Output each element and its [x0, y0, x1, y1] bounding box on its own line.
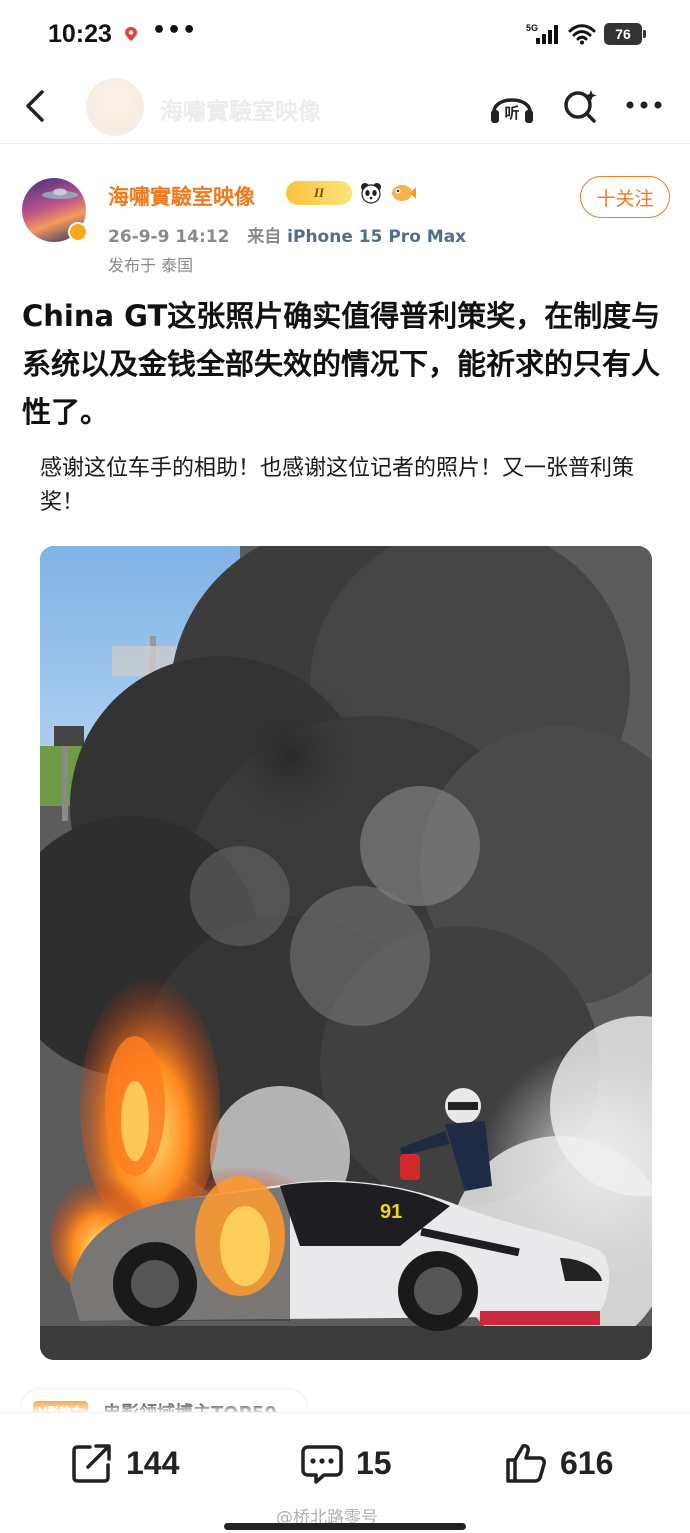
- ufo-icon: [42, 188, 78, 199]
- thumbs-up-icon: [506, 1444, 546, 1483]
- nav-avatar[interactable]: [86, 78, 144, 136]
- search-icon[interactable]: [560, 84, 600, 128]
- battery-indicator: 76: [604, 23, 646, 45]
- svg-text:听: 听: [504, 104, 519, 122]
- post-meta: 26-9-9 14:12 来自 iPhone 15 Pro Max: [108, 222, 466, 247]
- network-label: 5G: [526, 23, 538, 33]
- wifi-icon: [568, 24, 596, 45]
- signal-5g-icon: 5G: [526, 23, 558, 44]
- verified-badge-icon: [68, 222, 88, 242]
- author-header: 海嘯實驗室映像 II 26-9-9 14:12 来自 iPhone 15 Pro…: [0, 156, 690, 282]
- fish-icon[interactable]: [390, 180, 416, 206]
- repost-button[interactable]: 144: [70, 1441, 179, 1485]
- comment-button[interactable]: 15: [300, 1441, 392, 1485]
- nav-title: 海嘯實驗室映像: [160, 99, 321, 125]
- comment-icon: [301, 1445, 343, 1484]
- level-badge-label: II: [313, 185, 325, 200]
- crown-level-badge[interactable]: II: [286, 181, 352, 205]
- post-location: 发布于 泰国: [108, 256, 194, 275]
- top-nav-bar: 海嘯實驗室映像 听: [0, 70, 690, 144]
- comment-count: 15: [356, 1444, 392, 1481]
- more-icon[interactable]: [624, 90, 664, 120]
- repost-icon: [72, 1444, 111, 1483]
- car-number: 91: [380, 1201, 402, 1223]
- repost-count: 144: [126, 1444, 180, 1481]
- follow-button[interactable]: 十关注: [580, 176, 670, 218]
- post-body: 感谢这位车手的相助！也感谢这位记者的照片！又一张普利策奖！: [40, 456, 635, 515]
- listen-icon[interactable]: 听: [488, 84, 536, 128]
- post-title: China GT这张照片确实值得普利策奖，在制度与系统以及金钱全部失效的情况下，…: [22, 299, 661, 429]
- back-arrow-icon[interactable]: [18, 84, 54, 128]
- panda-icon[interactable]: [358, 180, 384, 206]
- burning-race-car-image: 91: [40, 546, 652, 1360]
- status-indicators: 5G 76: [526, 22, 646, 46]
- author-badges: II: [286, 180, 416, 206]
- post-from-label: 来自: [247, 227, 282, 247]
- like-count: 616: [560, 1444, 614, 1481]
- status-bar: 10:23 ••• 5G 76: [0, 0, 690, 70]
- home-indicator[interactable]: [224, 1523, 466, 1530]
- post-date: 26-9-9 14:12: [108, 227, 230, 247]
- like-button[interactable]: 616: [504, 1441, 613, 1485]
- location-app-icon: [125, 27, 137, 41]
- status-time: 10:23: [48, 20, 112, 48]
- status-more-dots: •••: [152, 18, 198, 43]
- post-device[interactable]: iPhone 15 Pro Max: [287, 227, 466, 247]
- bottom-action-bar: 144 15 616 @桥北路零号: [0, 1412, 690, 1533]
- post-photo[interactable]: 91: [40, 546, 652, 1360]
- author-name[interactable]: 海嘯實驗室映像: [108, 181, 255, 211]
